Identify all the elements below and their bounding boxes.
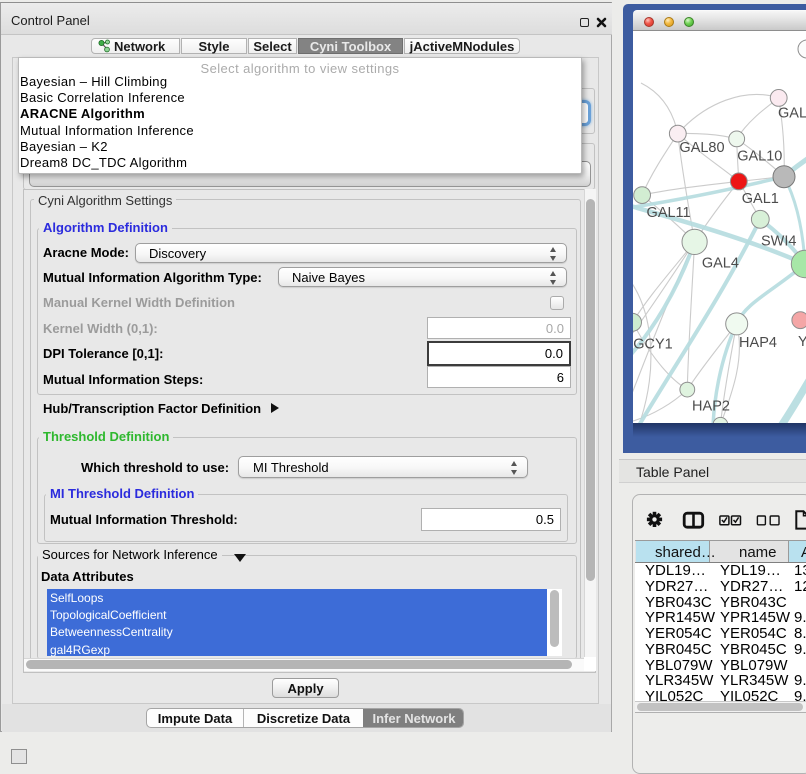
svg-text:GCY1: GCY1 [633, 337, 673, 353]
svg-text:HAP4: HAP4 [739, 335, 777, 351]
svg-text:HAP2: HAP2 [692, 399, 730, 415]
svg-text:GAL10: GAL10 [737, 148, 782, 164]
svg-text:SWI4: SWI4 [761, 234, 796, 250]
svg-text:YEL: YEL [798, 334, 806, 350]
svg-text:GAL80: GAL80 [679, 140, 724, 156]
svg-text:GAL7: GAL7 [778, 105, 806, 121]
svg-text:GAL11: GAL11 [647, 205, 691, 221]
svg-text:GAL1: GAL1 [742, 191, 779, 207]
svg-text:GAL4: GAL4 [702, 256, 739, 272]
